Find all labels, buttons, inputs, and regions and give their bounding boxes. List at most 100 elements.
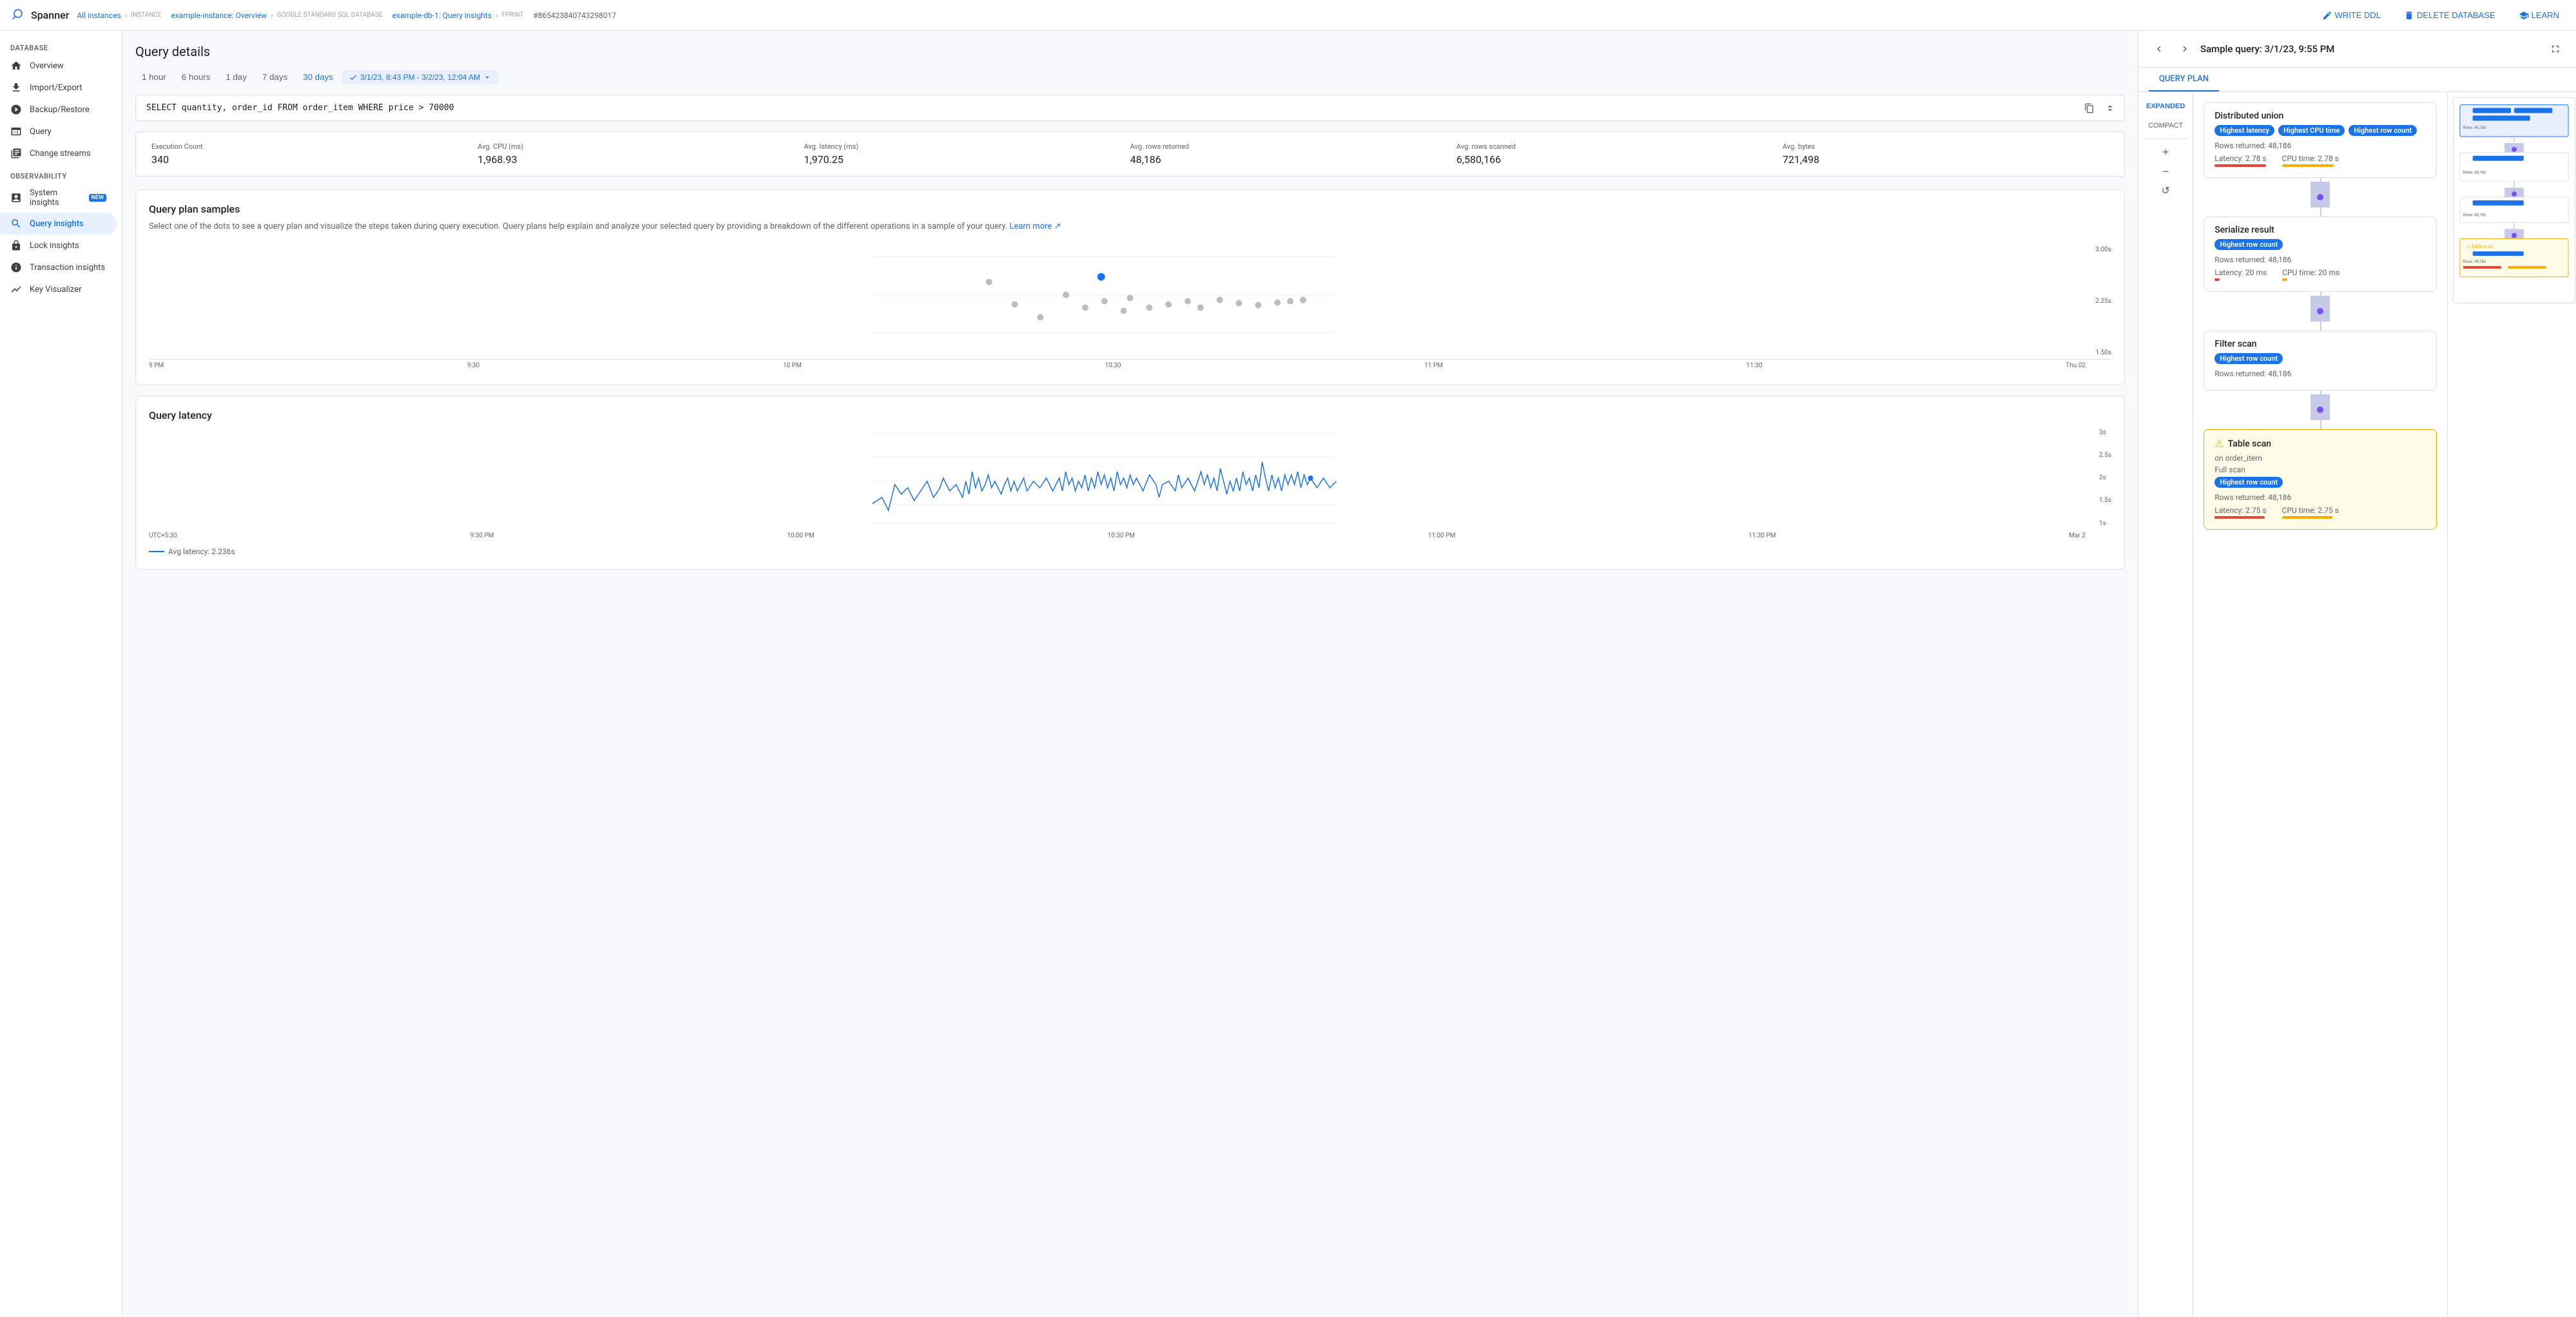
- latency-svg: [149, 427, 2086, 530]
- right-panel: Sample query: 3/1/23, 9:55 PM QUERY PLAN…: [2138, 31, 2576, 1317]
- zoom-in-button[interactable]: +: [2156, 143, 2174, 161]
- scatter-plot-area: 3.00s 2.25s 1.50s: [149, 244, 2111, 360]
- sidebar-item-lock-insights[interactable]: Lock insights: [0, 235, 117, 256]
- scatter-dot[interactable]: [1235, 300, 1242, 306]
- compact-view-btn[interactable]: COMPACT: [2145, 117, 2185, 135]
- check-icon: [349, 73, 358, 82]
- plan-area: EXPANDED COMPACT + − ↺ Distributed union: [2138, 92, 2576, 1317]
- fullscreen-icon: [2550, 43, 2561, 55]
- plan-content: Distributed union Highest latency Highes…: [2193, 92, 2447, 1317]
- next-sample-button[interactable]: [2174, 39, 2195, 59]
- node-stats-3: Latency: 2.75 s CPU time: 2.75 s: [2214, 506, 2426, 519]
- breadcrumb-all-instances[interactable]: All instances: [77, 11, 121, 20]
- scatter-dot[interactable]: [1300, 296, 1306, 303]
- scatter-dot[interactable]: [1287, 298, 1293, 304]
- time-range-picker[interactable]: 3/1/23, 8:43 PM - 3/2/23, 12:04 AM: [342, 70, 498, 84]
- minimap-svg: Rows: 48,186 Rows: 48,186 Rows: 48,186: [2453, 97, 2575, 303]
- scatter-dot[interactable]: [1011, 301, 1018, 307]
- sidebar-item-system-insights[interactable]: System insights NEW: [0, 183, 117, 213]
- scatter-dot[interactable]: [1197, 304, 1204, 311]
- scatter-dot[interactable]: [1255, 302, 1261, 308]
- sidebar-item-backup-restore[interactable]: Backup/Restore: [0, 99, 117, 120]
- stat-execution-count: Execution Count 340: [151, 142, 478, 166]
- scatter-dot[interactable]: [1127, 294, 1133, 301]
- transaction-icon: [10, 262, 22, 273]
- cpu-bar-3: [2282, 516, 2332, 519]
- stat-avg-rows-scanned: Avg. rows scanned 6,580,166: [1457, 142, 1783, 166]
- connector-dot-3: [2317, 407, 2323, 413]
- expand-query-button[interactable]: [2101, 99, 2119, 117]
- content-area: Query details 1 hour 6 hours 1 day 7 day…: [122, 31, 2576, 1317]
- sidebar-item-transaction-insights[interactable]: Transaction insights: [0, 256, 117, 278]
- plan-minimap: Rows: 48,186 Rows: 48,186 Rows: 48,186: [2447, 92, 2576, 1317]
- query-insights-icon: [10, 218, 22, 229]
- stat-avg-bytes: Avg. bytes 721,498: [1783, 142, 2109, 166]
- sep-2: ›: [271, 11, 273, 20]
- node-badges-1: Highest row count: [2214, 239, 2426, 250]
- line-chart-area: 3s 2.5s 2s 1.5s 1s: [149, 427, 2111, 530]
- sidebar-item-query-insights[interactable]: Query insights: [0, 213, 117, 235]
- delete-database-button[interactable]: DELETE DATABASE: [2397, 6, 2502, 24]
- query-plan-card: Query plan samples Select one of the dot…: [135, 189, 2125, 385]
- breadcrumb-db[interactable]: example-db-1: Query insights: [392, 11, 492, 20]
- stats-row: Execution Count 340 Avg. CPU (ms) 1,968.…: [135, 131, 2125, 177]
- write-ddl-button[interactable]: WRITE DDL: [2316, 6, 2388, 24]
- time-7d[interactable]: 7 days: [256, 70, 294, 84]
- time-1h[interactable]: 1 hour: [135, 70, 173, 84]
- observability-section-label: OBSERVABILITY: [0, 164, 122, 183]
- sidebar-item-import-export[interactable]: Import/Export: [0, 77, 117, 99]
- query-plan-desc: Select one of the dots to see a query pl…: [149, 220, 2111, 233]
- svg-text:Rows: 48,186: Rows: 48,186: [2463, 260, 2486, 264]
- scatter-dot[interactable]: [1217, 296, 1223, 303]
- app-name: Spanner: [31, 9, 69, 21]
- latency-title: Query latency: [149, 409, 2111, 421]
- sidebar-item-overview[interactable]: Overview: [0, 55, 117, 77]
- node-badges-2: Highest row count: [2214, 353, 2426, 364]
- dropdown-arrow-icon: [483, 73, 492, 82]
- scatter-dot[interactable]: [1037, 314, 1043, 320]
- scatter-dot[interactable]: [986, 278, 993, 285]
- copy-query-button[interactable]: [2080, 99, 2098, 117]
- scatter-dot[interactable]: [1165, 301, 1172, 307]
- time-1d[interactable]: 1 day: [219, 70, 253, 84]
- system-icon: [10, 192, 22, 204]
- sidebar-item-key-visualizer[interactable]: Key Visualizer: [0, 278, 117, 300]
- topbar-actions: WRITE DDL DELETE DATABASE LEARN: [2316, 6, 2566, 24]
- scatter-dot[interactable]: [1063, 291, 1069, 298]
- spanner-logo-icon: [10, 8, 26, 23]
- scatter-dot[interactable]: [1146, 304, 1152, 311]
- new-badge: NEW: [89, 194, 106, 202]
- node-rows-0: Rows returned: 48,186: [2214, 141, 2426, 150]
- reset-view-button[interactable]: ↺: [2156, 182, 2174, 200]
- scatter-dot[interactable]: [1274, 299, 1281, 305]
- time-6h[interactable]: 6 hours: [175, 70, 217, 84]
- selected-scatter-dot[interactable]: [1097, 272, 1106, 281]
- scatter-y-labels: 3.00s 2.25s 1.50s: [2095, 244, 2111, 359]
- line-y-labels: 3s 2.5s 2s 1.5s 1s: [2099, 427, 2111, 530]
- plan-node-table-scan: ⚠ Table scan on order_item Full scan Hig…: [2203, 429, 2437, 530]
- backup-icon: [10, 104, 22, 115]
- learn-more-link[interactable]: Learn more ↗: [1009, 222, 1061, 231]
- badge-highest-latency-0: Highest latency: [2214, 125, 2274, 136]
- prev-sample-button[interactable]: [2149, 39, 2169, 59]
- expanded-view-btn[interactable]: EXPANDED: [2144, 97, 2187, 115]
- sidebar-item-query[interactable]: Query: [0, 120, 117, 142]
- fullscreen-button[interactable]: [2545, 39, 2566, 59]
- scatter-dot[interactable]: [1185, 298, 1191, 304]
- pencil-icon: [2322, 10, 2332, 21]
- key-icon: [10, 284, 22, 295]
- page-title: Query details: [135, 44, 2125, 59]
- sidebar-item-change-streams[interactable]: Change streams: [0, 142, 117, 164]
- time-30d[interactable]: 30 days: [296, 70, 340, 84]
- query-text: SELECT quantity, order_id FROM order_ite…: [146, 103, 454, 113]
- learn-button[interactable]: LEARN: [2512, 6, 2566, 24]
- tab-query-plan[interactable]: QUERY PLAN: [2149, 68, 2219, 91]
- zoom-out-button[interactable]: −: [2156, 162, 2174, 180]
- scatter-dot[interactable]: [1120, 307, 1127, 314]
- latency-bar-1: [2214, 278, 2220, 281]
- scatter-dot[interactable]: [1101, 298, 1108, 304]
- scatter-dot[interactable]: [1082, 304, 1089, 311]
- badge-highest-cpu-0: Highest CPU time: [2278, 125, 2345, 136]
- node-title-table-scan: ⚠ Table scan: [2214, 437, 2426, 450]
- breadcrumb-instance[interactable]: example-instance: Overview: [171, 11, 267, 20]
